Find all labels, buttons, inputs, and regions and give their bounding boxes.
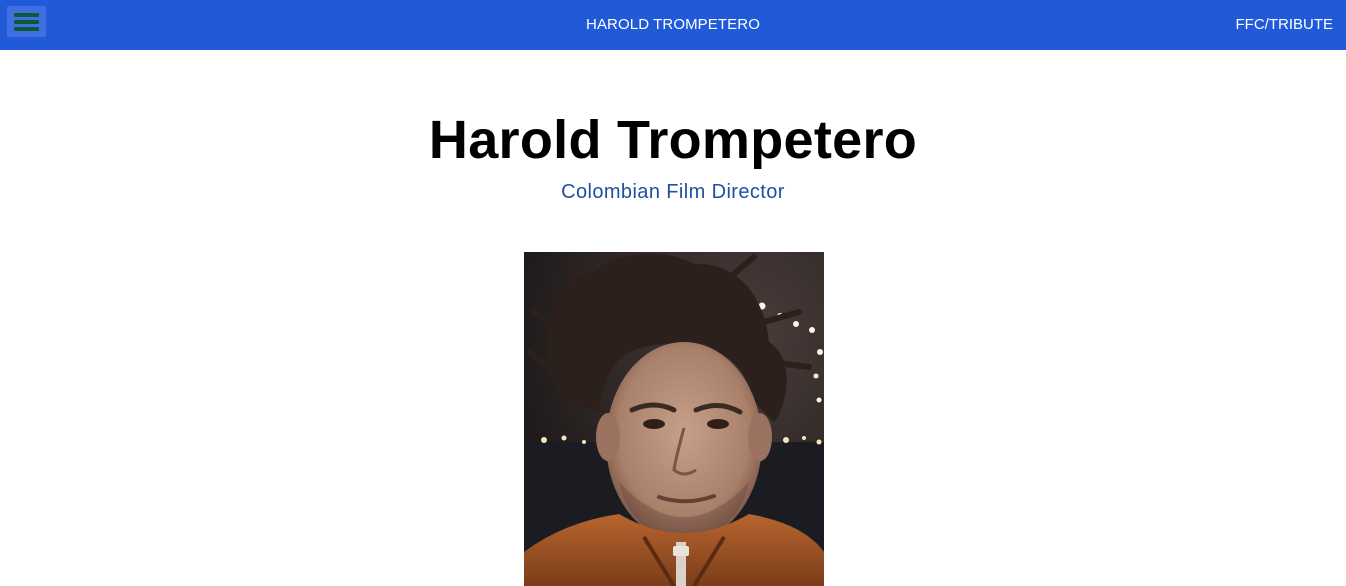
page-subtitle: Colombian Film Director [561, 181, 785, 203]
navbar-title: HAROLD TROMPETERO [586, 16, 760, 33]
top-navbar: HAROLD TROMPETERO FFC/TRIBUTE [0, 0, 1346, 50]
portrait-image [524, 252, 824, 586]
page-title: Harold Trompetero [428, 110, 918, 170]
tribute-link[interactable]: FFC/TRIBUTE [1236, 16, 1334, 33]
